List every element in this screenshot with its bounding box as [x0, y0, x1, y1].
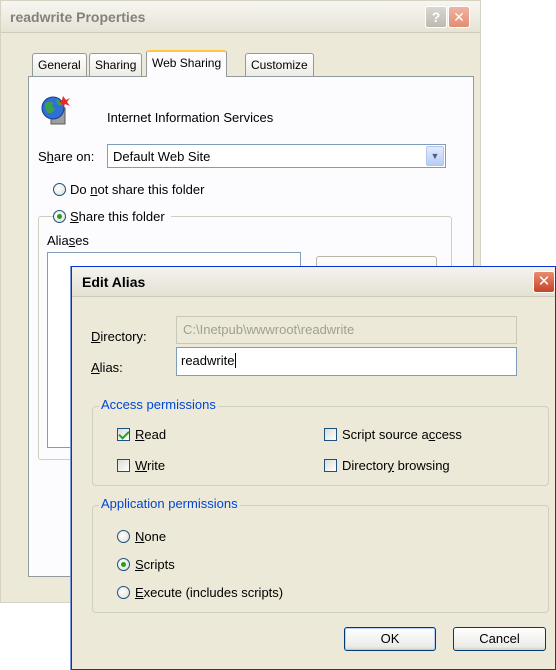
website-value: Default Web Site [113, 149, 211, 164]
checkbox-icon[interactable] [324, 459, 337, 472]
ok-button[interactable]: OK [344, 627, 436, 651]
alias-field[interactable]: readwrite [176, 347, 517, 376]
do-not-share-radio[interactable]: Do not share this folder [53, 182, 204, 197]
tab-customize[interactable]: Customize [245, 53, 314, 76]
read-checkbox[interactable]: Read [117, 427, 166, 442]
directory-label: Directory: [91, 329, 147, 344]
iis-globe-icon [41, 96, 70, 125]
checkbox-icon[interactable] [117, 459, 130, 472]
radio-selected-icon[interactable] [53, 210, 66, 223]
radio-icon[interactable] [53, 183, 66, 196]
radio-selected-icon[interactable] [117, 558, 130, 571]
write-checkbox[interactable]: Write [117, 458, 165, 473]
cancel-button[interactable]: Cancel [453, 627, 546, 651]
tab-web-sharing[interactable]: Web Sharing [146, 50, 228, 77]
directory-field: C:\Inetpub\wwwroot\readwrite [176, 316, 517, 344]
execute-radio[interactable]: Execute (includes scripts) [117, 585, 283, 600]
radio-icon[interactable] [117, 586, 130, 599]
chevron-down-icon[interactable]: ▼ [426, 146, 444, 166]
checkbox-icon[interactable] [324, 428, 337, 441]
share-on-label: Share on: [38, 149, 95, 164]
website-dropdown[interactable]: Default Web Site ▼ [107, 144, 446, 168]
directory-browsing-checkbox[interactable]: Directory browsing [324, 458, 450, 473]
edit-alias-title: Edit Alias [82, 274, 146, 290]
radio-icon[interactable] [117, 530, 130, 543]
close-icon[interactable]: ✕ [448, 6, 470, 28]
checkbox-checked-icon[interactable] [117, 428, 130, 441]
iis-label: Internet Information Services [107, 110, 274, 125]
properties-title-bar[interactable]: readwrite Properties ? ✕ [1, 1, 480, 33]
properties-title: readwrite Properties [10, 9, 146, 25]
alias-label: Alias: [91, 360, 123, 375]
access-permissions-title: Access permissions [99, 397, 218, 412]
share-this-folder-radio[interactable]: Share this folder [53, 209, 171, 224]
scripts-radio[interactable]: Scripts [117, 557, 175, 572]
close-icon[interactable]: ✕ [533, 271, 555, 293]
none-radio[interactable]: None [117, 529, 166, 544]
tab-sharing[interactable]: Sharing [89, 53, 143, 76]
script-source-access-checkbox[interactable]: Script source access [324, 427, 462, 442]
access-permissions-group [92, 406, 549, 486]
aliases-label: Aliases [47, 233, 89, 248]
application-permissions-title: Application permissions [99, 496, 240, 511]
help-icon[interactable]: ? [425, 6, 447, 28]
tab-general[interactable]: General [32, 53, 87, 76]
